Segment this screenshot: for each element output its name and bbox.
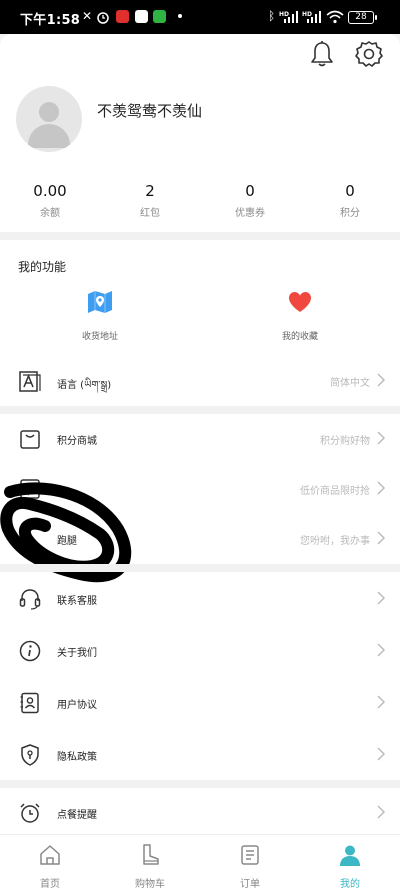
stat-label: 优惠券 [235,208,265,219]
section-divider [0,780,400,788]
tab-orders[interactable]: 订单 [200,843,300,888]
shield-icon [21,744,39,766]
tab-mine[interactable]: 我的 [300,843,400,888]
chevron-right-icon [377,431,386,445]
privacy-policy-row[interactable]: 隐私政策 [0,730,400,780]
customer-service-row[interactable]: 联系客服 [0,574,400,624]
stat-red-packet[interactable]: 2 红包 [100,182,200,219]
stat-label: 红包 [140,208,160,219]
language-row[interactable]: 语言 (ཡིག་སྒྲ) 简体中文 [0,356,400,406]
contact-book-icon [20,692,39,714]
row-label: 语言 (ཡིག་སྒྲ) [57,380,112,391]
battery-icon: 28 [348,11,377,24]
points-mall-row[interactable]: 积分商城 积分购好物 [0,414,400,464]
language-icon [19,371,41,392]
stat-label: 积分 [340,208,360,219]
tab-cart[interactable]: 购物车 [100,843,200,888]
alarm-icon [97,12,109,24]
boot-icon [143,844,159,865]
profile-icon [340,845,360,866]
user-agreement-row[interactable]: 用户协议 [0,678,400,728]
stat-points[interactable]: 0 积分 [300,182,400,219]
chevron-right-icon [377,531,386,545]
tab-label: 购物车 [135,879,165,888]
errand-icon [21,530,39,549]
row-label: 隐私政策 [57,752,97,763]
function-label: 我的收藏 [281,332,318,342]
row-hint: 您吩咐，我办事 [300,536,370,547]
stat-label: 余额 [40,208,60,219]
row-label: 用户协议 [57,700,97,711]
row-label: 关于我们 [57,648,97,659]
alarm-clock-icon [20,803,40,823]
chevron-right-icon [377,643,386,657]
errand-row[interactable]: 跑腿 您吩咐，我办事 [0,514,400,564]
home-icon [40,845,60,865]
row-hint: 简体中文 [330,378,370,389]
tab-label: 订单 [240,879,260,888]
tab-home[interactable]: 首页 [0,843,100,888]
row-label: 积分商城 [57,436,97,447]
flash-sale-icon [20,479,40,499]
signal-icon [284,11,298,23]
chevron-right-icon [377,373,386,387]
about-us-row[interactable]: 关于我们 [0,626,400,676]
map-icon [88,291,112,313]
status-bar: 下午1:58 ✕ ᛒ HD HD 28 [0,0,400,34]
mute-icon: ✕ [82,9,93,23]
row-hint: 积分购好物 [320,436,370,447]
account-stats: 0.00 余额 2 红包 0 优惠券 0 积分 [0,182,400,226]
shipping-address-item[interactable]: 收货地址 [40,288,160,342]
chevron-right-icon [377,747,386,761]
stat-coupon[interactable]: 0 优惠券 [200,182,300,219]
phone-screen: 下午1:58 ✕ ᛒ HD HD 28 不羡鸳鸯不羡仙 0.00 余额 2 红包… [0,0,400,888]
more-notifications-dot [178,14,182,18]
shopping-bag-icon [20,430,40,449]
row-label: 点餐提醒 [57,810,97,821]
avatar[interactable] [16,86,82,152]
row-label: 跑腿 [57,536,77,547]
chevron-right-icon [377,695,386,709]
section-divider [0,564,400,572]
stat-balance[interactable]: 0.00 余额 [0,182,100,219]
bluetooth-icon: ᛒ [268,9,276,23]
app-notification-icon [135,10,148,23]
stat-value: 0 [345,182,355,200]
section-divider [0,232,400,240]
username[interactable]: 不羡鸳鸯不羡仙 [97,100,202,121]
order-icon [241,845,259,865]
stat-value: 0.00 [33,182,67,200]
app-notification-icon [116,10,129,23]
chevron-right-icon [377,591,386,605]
function-label: 收货地址 [81,332,118,342]
order-reminder-row[interactable]: 点餐提醒 [0,788,400,838]
bottom-tab-bar: 首页 购物车 订单 我的 [0,834,400,888]
tab-label: 首页 [40,879,60,888]
tab-label: 我的 [340,879,360,888]
stat-value: 0 [245,182,255,200]
wifi-icon [326,10,344,24]
info-icon [19,640,41,662]
settings-gear-icon[interactable] [355,40,383,68]
header-actions [300,40,390,68]
functions-title: 我的功能 [18,260,67,274]
heart-icon [289,292,311,312]
section-divider [0,406,400,414]
chevron-right-icon [377,805,386,819]
chevron-right-icon [377,481,386,495]
wechat-icon [153,10,166,23]
row-hint: 低价商品限时抢 [300,486,370,497]
notification-bell-icon[interactable] [310,40,334,68]
row-label: 联系客服 [57,596,97,607]
flash-sale-row[interactable]: 低价商品限时抢 [0,464,400,514]
stat-value: 2 [145,182,155,200]
status-time: 下午1:58 [20,13,81,28]
headset-icon [19,589,41,610]
favorites-item[interactable]: 我的收藏 [240,288,360,342]
signal-icon [307,11,321,23]
profile-page: 不羡鸳鸯不羡仙 0.00 余额 2 红包 0 优惠券 0 积分 我的功能 收货地… [0,34,400,840]
